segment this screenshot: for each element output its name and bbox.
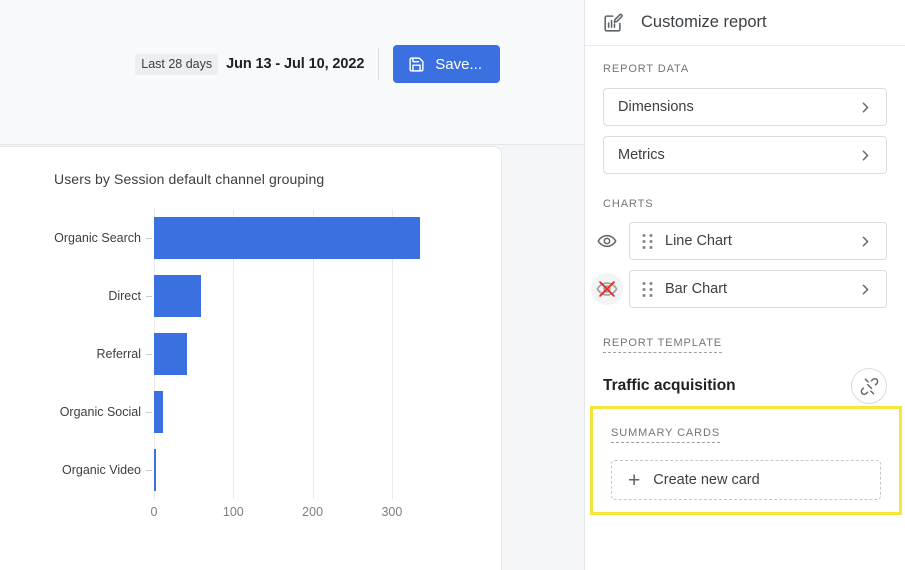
y-axis-category-label: Referral (97, 347, 141, 361)
x-axis-tick-label: 300 (381, 505, 402, 519)
y-axis-tickmark (146, 354, 152, 355)
chart-row-bar-chart: Bar Chart (591, 270, 887, 308)
chart-title: Users by Session default channel groupin… (54, 171, 324, 187)
chart-card: Users by Session default channel groupin… (0, 146, 502, 570)
bar-chart-label: Bar Chart (665, 281, 857, 297)
bar-chart-row[interactable]: Organic Video (154, 441, 156, 499)
save-button[interactable]: Save... (393, 45, 500, 83)
y-axis-tickmark (146, 470, 152, 471)
edit-report-icon (602, 12, 624, 34)
metrics-row[interactable]: Metrics (603, 136, 887, 174)
date-and-save-controls: Last 28 days Jun 13 - Jul 10, 2022 Save.… (135, 45, 500, 83)
summary-cards-section-label: SUMMARY CARDS (611, 427, 720, 443)
toolbar-divider (378, 48, 379, 80)
drag-handle-icon[interactable] (642, 281, 653, 298)
app-root: Last 28 days Jun 13 - Jul 10, 2022 Save.… (0, 0, 905, 570)
x-axis-tick-label: 100 (223, 505, 244, 519)
chevron-right-icon[interactable] (857, 281, 874, 298)
y-axis-tickmark (146, 296, 152, 297)
x-axis-tick-label: 200 (302, 505, 323, 519)
charts-section-label: CHARTS (585, 198, 905, 210)
bar[interactable] (154, 217, 420, 259)
dimensions-row[interactable]: Dimensions (603, 88, 887, 126)
bar[interactable] (154, 391, 163, 433)
y-axis-category-label: Organic Search (54, 231, 141, 245)
metrics-label: Metrics (618, 147, 857, 163)
bar-chart-plot-area: 0100200300Organic SearchDirectReferralOr… (154, 209, 449, 499)
bar-chart-pill[interactable]: Bar Chart (629, 270, 887, 308)
bar-chart-row[interactable]: Direct (154, 267, 201, 325)
report-template-section-label: REPORT TEMPLATE (603, 337, 722, 353)
report-template-row: Traffic acquisition (585, 368, 905, 404)
chart-row-line-chart: Line Chart (591, 222, 887, 260)
report-toolbar: Last 28 days Jun 13 - Jul 10, 2022 Save.… (0, 0, 584, 145)
dimensions-label: Dimensions (618, 99, 857, 115)
date-range-label[interactable]: Jun 13 - Jul 10, 2022 (226, 56, 364, 72)
bar-chart-row[interactable]: Organic Social (154, 383, 163, 441)
panel-title: Customize report (641, 13, 767, 32)
bar[interactable] (154, 449, 156, 491)
y-axis-category-label: Direct (108, 289, 141, 303)
report-template-section: REPORT TEMPLATE Traffic acquisition (585, 333, 905, 404)
chevron-right-icon[interactable] (857, 99, 874, 116)
create-new-card-button[interactable]: + Create new card (611, 460, 881, 500)
chevron-right-icon[interactable] (857, 147, 874, 164)
customize-report-panel: Customize report REPORT DATA Dimensions … (584, 0, 905, 570)
bar[interactable] (154, 333, 187, 375)
report-data-section: REPORT DATA Dimensions Metrics (585, 63, 905, 174)
panel-header: Customize report (585, 0, 905, 46)
plus-icon: + (628, 470, 640, 491)
charts-section: CHARTS Line Ch (585, 198, 905, 308)
y-axis-category-label: Organic Video (62, 463, 141, 477)
bar-chart-row[interactable]: Organic Search (154, 209, 420, 267)
unlink-icon[interactable] (851, 368, 887, 404)
report-template-name: Traffic acquisition (585, 377, 736, 395)
x-axis-tick-label: 0 (151, 505, 158, 519)
bar-chart-row[interactable]: Referral (154, 325, 187, 383)
y-axis-category-label: Organic Social (60, 405, 141, 419)
bar[interactable] (154, 275, 201, 317)
save-button-label: Save... (435, 56, 482, 73)
report-canvas: Last 28 days Jun 13 - Jul 10, 2022 Save.… (0, 0, 584, 570)
date-preset-chip[interactable]: Last 28 days (135, 54, 218, 75)
y-axis-tickmark (146, 412, 152, 413)
line-chart-pill[interactable]: Line Chart (629, 222, 887, 260)
create-new-card-label: Create new card (653, 472, 759, 488)
save-floppy-icon (408, 56, 425, 73)
eye-off-x-icon[interactable] (591, 273, 623, 305)
eye-icon[interactable] (591, 225, 623, 257)
y-axis-tickmark (146, 238, 152, 239)
summary-cards-section: SUMMARY CARDS + Create new card (590, 406, 902, 515)
line-chart-label: Line Chart (665, 233, 857, 249)
report-data-section-label: REPORT DATA (585, 63, 905, 75)
chevron-right-icon[interactable] (857, 233, 874, 250)
drag-handle-icon[interactable] (642, 233, 653, 250)
